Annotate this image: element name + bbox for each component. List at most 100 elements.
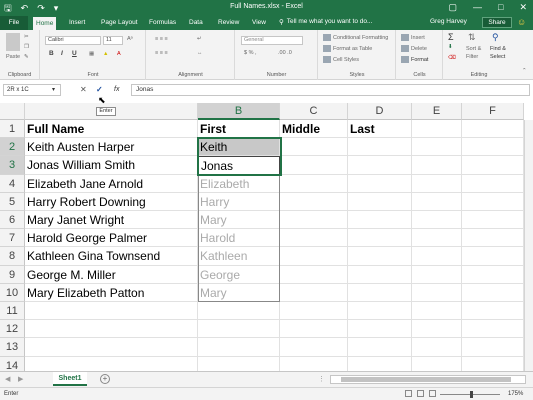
cell-e11[interactable]	[412, 302, 462, 321]
cell-e13[interactable]	[412, 338, 462, 357]
cell-e12[interactable]	[412, 320, 462, 339]
cell-e9[interactable]	[412, 265, 462, 284]
tab-home[interactable]: Home	[33, 17, 57, 30]
cell-a13[interactable]	[25, 338, 198, 357]
cell-d10[interactable]	[348, 283, 412, 302]
find-select-label-2[interactable]: Select	[490, 54, 505, 60]
cell-c4[interactable]	[280, 174, 348, 193]
cell-f10[interactable]	[462, 283, 524, 302]
cell-a7[interactable]: Harold George Palmer	[25, 229, 198, 248]
maximize-icon[interactable]: □	[498, 2, 503, 13]
sort-filter-icon[interactable]: ⇅	[468, 32, 476, 43]
cell-e6[interactable]	[412, 211, 462, 230]
cell-d2[interactable]	[348, 138, 412, 157]
cell-d11[interactable]	[348, 302, 412, 321]
cell-e4[interactable]	[412, 174, 462, 193]
cancel-icon[interactable]: ✕	[80, 85, 87, 95]
cell-d6[interactable]	[348, 211, 412, 230]
underline-button[interactable]: U	[72, 50, 77, 57]
decimal-icon[interactable]: .00 .0	[278, 50, 292, 56]
row-header-2[interactable]: 2	[0, 138, 25, 157]
cell-c9[interactable]	[280, 265, 348, 284]
cell-b12[interactable]	[198, 320, 280, 339]
paste-icon[interactable]	[6, 33, 20, 51]
cell-b4[interactable]: Elizabeth	[198, 174, 280, 193]
cell-c2[interactable]	[280, 138, 348, 157]
conditional-formatting-button[interactable]: Conditional Formatting	[323, 34, 388, 41]
tab-view[interactable]: View	[249, 18, 269, 28]
cell-f4[interactable]	[462, 174, 524, 193]
cell-c13[interactable]	[280, 338, 348, 357]
column-header-b[interactable]: B	[198, 103, 280, 120]
row-header-10[interactable]: 10	[0, 283, 25, 302]
sheet-tab-sheet1[interactable]: Sheet1	[53, 372, 87, 386]
cell-a11[interactable]	[25, 302, 198, 321]
cell-d4[interactable]	[348, 174, 412, 193]
grow-font-icon[interactable]: Aᵃ	[127, 36, 133, 42]
collapse-ribbon-icon[interactable]: ⌃	[522, 68, 527, 74]
column-header-c[interactable]: C	[280, 103, 348, 120]
cell-d3[interactable]	[348, 156, 412, 175]
cell-c10[interactable]	[280, 283, 348, 302]
tell-me-box[interactable]: ⚲ Tell me what you want to do...	[279, 18, 372, 26]
formula-input[interactable]: Jonas	[131, 84, 530, 96]
format-painter-icon[interactable]: ✎	[24, 54, 29, 60]
cell-a1[interactable]: Full Name	[25, 120, 198, 139]
cell-a4[interactable]: Elizabeth Jane Arnold	[25, 174, 198, 193]
cell-f9[interactable]	[462, 265, 524, 284]
font-size-select[interactable]: 11	[103, 36, 123, 45]
cell-b5[interactable]: Harry	[198, 192, 280, 211]
cell-f1[interactable]	[462, 120, 524, 139]
cell-a12[interactable]	[25, 320, 198, 339]
align-top-icon[interactable]: ≡ ≡ ≡	[155, 36, 168, 42]
cell-f11[interactable]	[462, 302, 524, 321]
merge-center-icon[interactable]: ↔	[197, 50, 203, 56]
cell-a8[interactable]: Kathleen Gina Townsend	[25, 247, 198, 266]
page-layout-view-icon[interactable]	[417, 390, 424, 397]
share-button[interactable]: Share	[482, 17, 512, 28]
format-cells-button[interactable]: Format	[401, 56, 428, 63]
bold-button[interactable]: B	[49, 50, 54, 57]
cell-f7[interactable]	[462, 229, 524, 248]
cell-a2[interactable]: Keith Austen Harper	[25, 138, 198, 157]
cell-b7[interactable]: Harold	[198, 229, 280, 248]
cell-a9[interactable]: George M. Miller	[25, 265, 198, 284]
cell-c8[interactable]	[280, 247, 348, 266]
italic-button[interactable]: I	[61, 50, 63, 57]
tab-review[interactable]: Review	[215, 18, 242, 28]
font-name-select[interactable]: Calibri	[45, 36, 101, 45]
feedback-smiley-icon[interactable]: ☺	[517, 17, 526, 27]
cell-b6[interactable]: Mary	[198, 211, 280, 230]
cell-f3[interactable]	[462, 156, 524, 175]
cell-b13[interactable]	[198, 338, 280, 357]
cell-a10[interactable]: Mary Elizabeth Patton	[25, 283, 198, 302]
select-all-corner[interactable]	[0, 103, 25, 120]
worksheet-grid[interactable]: B C D E F 1 Full Name First Middle Last 2 Keit…	[0, 103, 533, 375]
cell-c1[interactable]: Middle	[280, 120, 348, 139]
cell-b11[interactable]	[198, 302, 280, 321]
column-header-f[interactable]: F	[462, 103, 524, 120]
close-icon[interactable]: ✕	[519, 2, 527, 13]
vertical-scrollbar[interactable]	[524, 120, 533, 371]
row-header-8[interactable]: 8	[0, 247, 25, 266]
page-break-view-icon[interactable]	[429, 390, 436, 397]
zoom-slider-thumb[interactable]	[470, 391, 473, 398]
name-box-dropdown-icon[interactable]: ▾	[52, 85, 55, 95]
cell-d13[interactable]	[348, 338, 412, 357]
sort-filter-label-1[interactable]: Sort &	[466, 46, 481, 52]
tab-page-layout[interactable]: Page Layout	[98, 18, 141, 28]
cut-icon[interactable]: ✂	[24, 34, 29, 40]
cell-c6[interactable]	[280, 211, 348, 230]
row-header-9[interactable]: 9	[0, 265, 25, 284]
cell-b1[interactable]: First	[198, 120, 280, 139]
cell-f6[interactable]	[462, 211, 524, 230]
find-select-label-1[interactable]: Find &	[490, 46, 506, 52]
font-color-icon[interactable]: A	[117, 51, 121, 57]
row-header-3[interactable]: 3	[0, 156, 25, 175]
copy-icon[interactable]: ❐	[24, 44, 29, 50]
cell-d5[interactable]	[348, 192, 412, 211]
wrap-text-icon[interactable]: ↵	[197, 36, 202, 42]
number-format-select[interactable]: General	[241, 36, 303, 45]
add-sheet-icon[interactable]: +	[100, 374, 110, 384]
autosum-icon[interactable]: Σ	[448, 32, 454, 42]
